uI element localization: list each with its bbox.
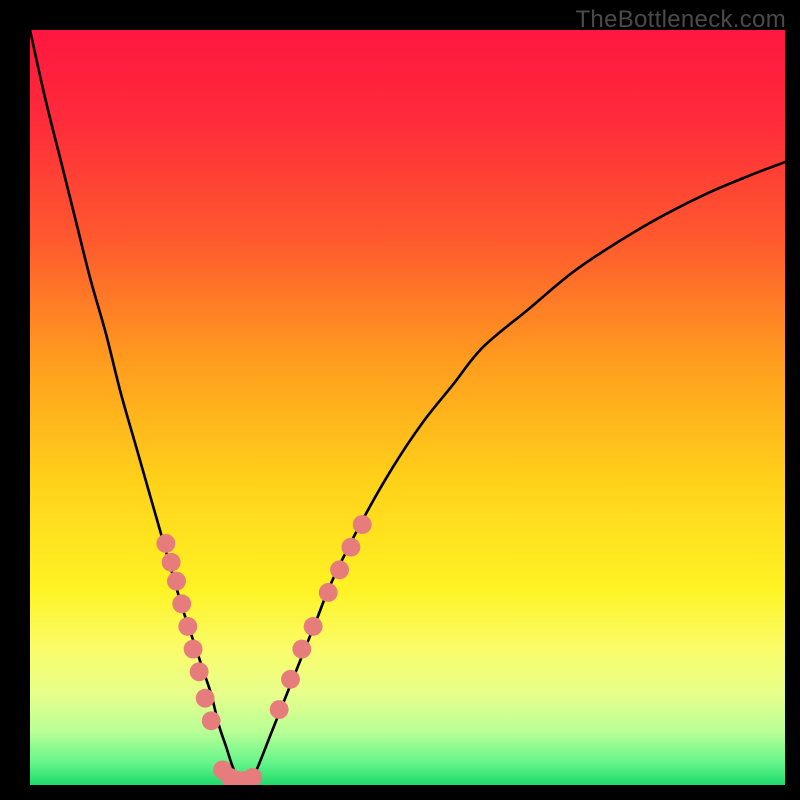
chart-frame: TheBottleneck.com xyxy=(0,0,800,800)
plot-area xyxy=(30,30,785,785)
background-gradient xyxy=(30,30,785,785)
